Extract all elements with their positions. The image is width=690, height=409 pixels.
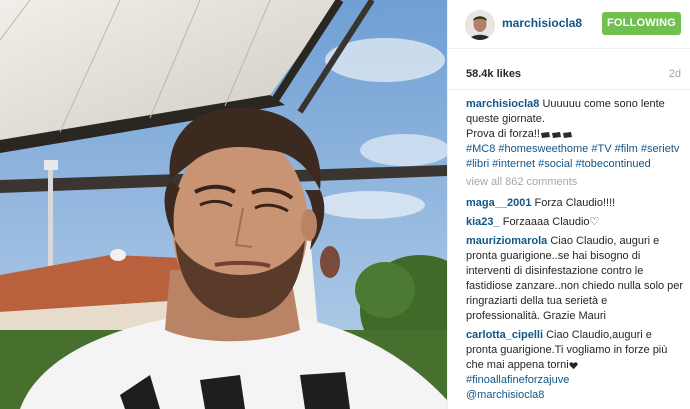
comment-item: mauriziomarola Ciao Claudio, auguri e pr… — [466, 234, 684, 324]
comment-username[interactable]: kia23_ — [466, 216, 500, 228]
comment-item: carlotta_cipelli Ciao Claudio,auguri e p… — [466, 328, 684, 403]
caption-username[interactable]: marchisiocla8 — [466, 98, 539, 110]
fist-emoji-icon — [540, 131, 572, 138]
comment-text: Forza Claudio!!!! — [534, 197, 616, 209]
hashtag-tv[interactable]: #TV — [591, 143, 611, 155]
hashtag-film[interactable]: #film — [615, 143, 638, 155]
mention-marchisiocla8[interactable]: @marchisiocla8 — [466, 389, 544, 401]
comment-item: kia23_ Forzaaaa Claudio♡ — [466, 215, 684, 230]
hashtag-serietv[interactable]: #serietv — [641, 143, 680, 155]
selfie-image — [0, 0, 447, 409]
hashtag-mc8[interactable]: #MC8 — [466, 143, 495, 155]
instagram-post: marchisiocla8 FOLLOWING 58.4k likes 2d m… — [0, 0, 690, 409]
comment-username[interactable]: carlotta_cipelli — [466, 329, 543, 341]
heart-icon — [569, 361, 578, 369]
post-caption: marchisiocla8 Uuuuuu come sono lente que… — [466, 97, 684, 172]
comment-text: Forzaaaa Claudio♡ — [502, 216, 600, 228]
post-side-panel: marchisiocla8 FOLLOWING 58.4k likes 2d m… — [447, 0, 690, 409]
comment-text: Ciao Claudio, auguri e pronta guarigione… — [466, 235, 684, 322]
hashtag-tobecontinued[interactable]: #tobecontinued — [575, 158, 650, 170]
hashtag-libri[interactable]: #libri — [466, 158, 489, 170]
hashtag-homesweethome[interactable]: #homesweethome — [498, 143, 588, 155]
caption-text-line2: Prova di forza!! — [466, 128, 540, 140]
comment-username[interactable]: maga__2001 — [466, 197, 531, 209]
avatar-image — [465, 10, 495, 40]
view-all-comments-link[interactable]: view all 862 comments — [466, 175, 684, 190]
post-age[interactable]: 2d — [669, 68, 681, 80]
comments-list: marchisiocla8 Uuuuuu come sono lente que… — [466, 97, 684, 407]
hashtag-social[interactable]: #social — [538, 158, 572, 170]
post-photo[interactable] — [0, 0, 447, 409]
hashtag-internet[interactable]: #internet — [492, 158, 535, 170]
comment-item: maga__2001 Forza Claudio!!!! — [466, 196, 684, 211]
author-username[interactable]: marchisiocla8 — [502, 16, 582, 30]
following-button[interactable]: FOLLOWING — [602, 12, 681, 35]
hashtag-finoallafineforzajuve[interactable]: #finoallafineforzajuve — [466, 374, 569, 386]
post-stats: 58.4k likes 2d — [448, 58, 690, 90]
comment-username[interactable]: mauriziomarola — [466, 235, 547, 247]
post-header: marchisiocla8 FOLLOWING — [448, 0, 690, 49]
avatar[interactable] — [465, 10, 495, 40]
likes-count[interactable]: 58.4k likes — [466, 68, 521, 80]
